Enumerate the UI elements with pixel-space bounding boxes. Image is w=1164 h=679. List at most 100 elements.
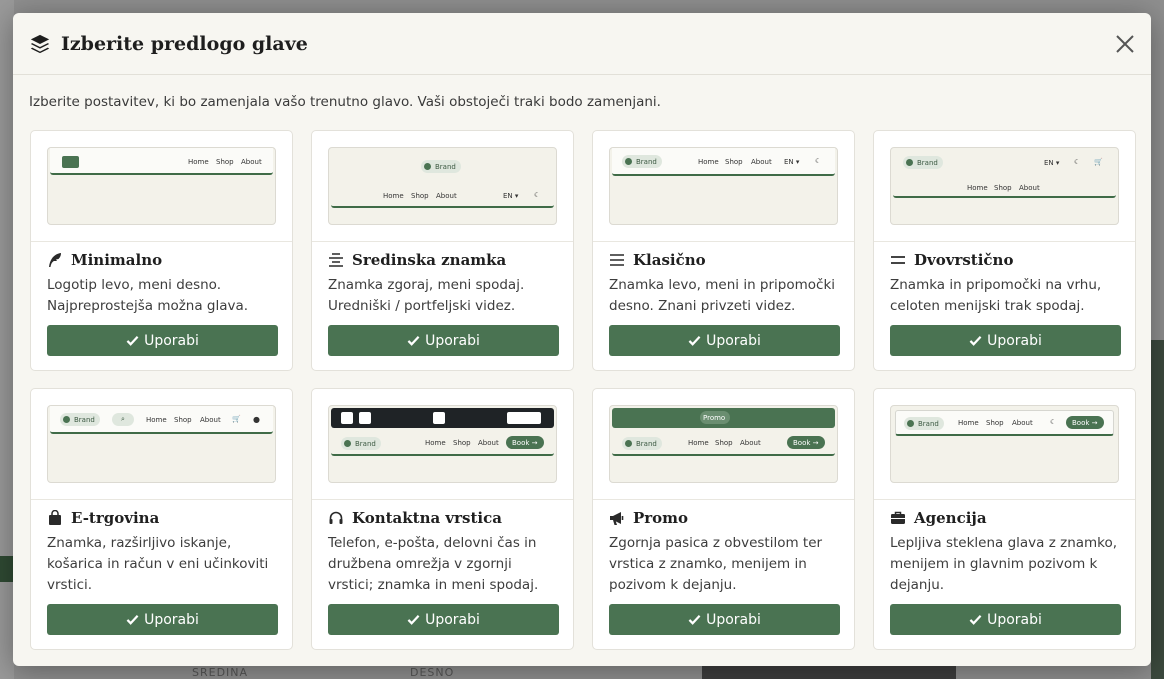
apply-button-classic[interactable]: Uporabi — [609, 325, 840, 356]
template-description: Lepljiva steklena glava z znamko, menije… — [890, 535, 1118, 593]
apply-button-label: Uporabi — [144, 332, 199, 349]
preview-nav-about: About — [751, 158, 772, 166]
template-description: Znamka, razširljivo iskanje, košarica in… — [47, 535, 269, 593]
apply-button-label: Uporabi — [425, 611, 480, 628]
preview-language: EN ▾ — [784, 158, 800, 166]
bars-icon — [610, 254, 624, 266]
preview-nav-about: About — [436, 192, 457, 200]
template-card-minimal[interactable]: Home Shop About Minimalno Logotip levo, … — [30, 130, 293, 371]
template-preview: Brand Home Shop About ☾ Book → — [890, 405, 1119, 483]
headset-icon — [329, 511, 343, 524]
email-icon — [359, 412, 371, 424]
header-template-dialog: Izberite predlogo glave Izberite postavi… — [13, 13, 1151, 666]
preview-logo — [62, 156, 79, 168]
template-preview-area: Brand Home Shop About ☾ Book → — [874, 389, 1135, 500]
template-card-agency[interactable]: Brand Home Shop About ☾ Book → Agencija … — [873, 388, 1136, 650]
check-icon — [688, 336, 701, 346]
preview-header-bar: Brand Home Shop About Book → — [612, 430, 835, 456]
template-title: Kontaktna vrstica — [328, 508, 557, 528]
apply-button-promo[interactable]: Uporabi — [609, 604, 840, 635]
preview-nav-shop: Shop — [994, 184, 1012, 192]
preview-nav-about: About — [241, 158, 262, 166]
preview-promo-pill: Promo — [700, 411, 731, 424]
feather-icon — [49, 253, 61, 267]
template-description: Telefon, e-pošta, delovni čas in družben… — [328, 535, 539, 593]
check-icon — [126, 336, 139, 346]
background-image-right — [1151, 340, 1164, 679]
template-description: Zgornja pasica z obvestilom ter vrstica … — [609, 535, 823, 593]
apply-button-label: Uporabi — [425, 332, 480, 349]
preview-header-bar: Brand Home Shop About Book → — [331, 430, 554, 456]
check-icon — [126, 615, 139, 625]
template-preview-area: Home Shop About — [31, 131, 292, 242]
template-card-contact-bar[interactable]: Brand Home Shop About Book → Kontaktna v… — [311, 388, 574, 650]
social-icons — [507, 412, 541, 424]
apply-button-label: Uporabi — [144, 611, 199, 628]
check-icon — [407, 615, 420, 625]
apply-button-two-row[interactable]: Uporabi — [890, 325, 1121, 356]
briefcase-icon — [891, 511, 905, 524]
template-card-classic[interactable]: Brand Home Shop About EN ▾ ☾ Klasično Zn… — [592, 130, 855, 371]
template-title-text: Kontaktna vrstica — [352, 509, 502, 527]
template-preview: Promo Brand Home Shop About Book → — [609, 405, 838, 483]
template-preview: Brand Home Shop About Book → — [328, 405, 557, 483]
template-title-text: Klasično — [633, 251, 706, 269]
template-title: Agencija — [890, 508, 1119, 528]
apply-button-contact-bar[interactable]: Uporabi — [328, 604, 559, 635]
preview-header-bar: Home Shop About — [50, 148, 273, 175]
preview-nav-about: About — [740, 439, 761, 447]
apply-button-label: Uporabi — [987, 611, 1042, 628]
template-title-text: Minimalno — [71, 251, 163, 269]
template-card-ecommerce[interactable]: Brand ⌕ Home Shop About 🛒 ● E-trgovina Z… — [30, 388, 293, 650]
template-preview-area: Brand Home Shop About EN ▾ ☾ — [593, 131, 854, 242]
preview-menu-bar: Home Shop About — [893, 180, 1116, 198]
apply-button-minimal[interactable]: Uporabi — [47, 325, 278, 356]
preview-header-bar: Home Shop About EN ▾ ☾ — [331, 184, 554, 208]
template-card-two-row[interactable]: Brand EN ▾ ☾ 🛒 Home Shop About Dvovrstič… — [873, 130, 1136, 371]
background-button — [0, 556, 14, 582]
template-title: Dvovrstično — [890, 250, 1119, 270]
check-icon — [688, 615, 701, 625]
apply-button-label: Uporabi — [987, 332, 1042, 349]
template-preview-area: Brand Home Shop About EN ▾ ☾ — [312, 131, 573, 242]
preview-cta: Book → — [1066, 416, 1104, 429]
apply-button-ecommerce[interactable]: Uporabi — [47, 604, 278, 635]
preview-brand-pill: Brand — [421, 160, 461, 173]
moon-icon: ☾ — [1074, 158, 1081, 166]
check-icon — [969, 336, 982, 346]
preview-nav-shop: Shop — [715, 439, 733, 447]
preview-header-bar: Brand Home Shop About EN ▾ ☾ — [612, 148, 835, 176]
search-icon: ⌕ — [112, 413, 134, 426]
cart-icon: 🛒 — [232, 415, 241, 423]
close-icon[interactable] — [1113, 32, 1137, 56]
template-preview: Brand ⌕ Home Shop About 🛒 ● — [47, 405, 276, 483]
preview-brand-pill: Brand — [903, 156, 943, 169]
moon-icon: ☾ — [1050, 418, 1057, 426]
template-preview-area: Brand ⌕ Home Shop About 🛒 ● — [31, 389, 292, 500]
apply-button-centered-brand[interactable]: Uporabi — [328, 325, 559, 356]
preview-nav-about: About — [1012, 419, 1033, 427]
layers-icon — [30, 34, 50, 53]
apply-button-agency[interactable]: Uporabi — [890, 604, 1121, 635]
background-label-right: DESNO — [410, 666, 455, 679]
template-card-promo[interactable]: Promo Brand Home Shop About Book → Promo — [592, 388, 855, 650]
background-label-middle: SREDINA — [192, 666, 249, 679]
template-title: Minimalno — [47, 250, 276, 270]
preview-nav-home: Home — [688, 439, 709, 447]
template-preview: Brand Home Shop About EN ▾ ☾ — [328, 147, 557, 225]
preview-nav-home: Home — [425, 439, 446, 447]
preview-language: EN ▾ — [503, 192, 519, 200]
apply-button-label: Uporabi — [706, 332, 761, 349]
dialog-intro: Izberite postavitev, ki bo zamenjala vaš… — [29, 94, 661, 110]
preview-promo-bar: Promo — [612, 408, 835, 428]
preview-nav-shop: Shop — [411, 192, 429, 200]
moon-icon: ☾ — [815, 157, 822, 165]
template-preview: Home Shop About — [47, 147, 276, 225]
template-title-text: Sredinska znamka — [352, 251, 507, 269]
template-description: Znamka levo, meni in pripomočki desno. Z… — [609, 277, 836, 314]
template-card-centered-brand[interactable]: Brand Home Shop About EN ▾ ☾ Sredinska z… — [311, 130, 574, 371]
preview-nav-home: Home — [967, 184, 988, 192]
preview-language: EN ▾ — [1044, 159, 1060, 167]
template-preview-area: Brand Home Shop About Book → — [312, 389, 573, 500]
template-description: Znamka in pripomočki na vrhu, celoten me… — [890, 277, 1102, 314]
